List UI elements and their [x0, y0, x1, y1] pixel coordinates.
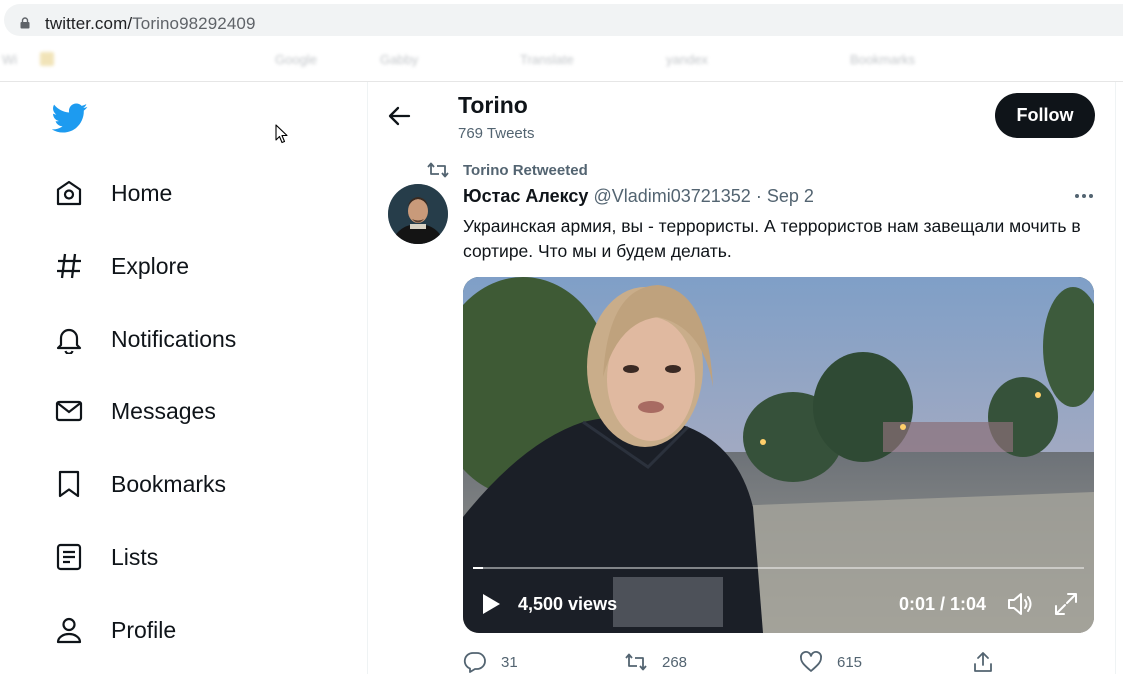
retweet-action[interactable]: 268 [624, 650, 687, 674]
url-path: Torino98292409 [132, 14, 256, 33]
bookmark-item[interactable]: Translate [520, 52, 574, 67]
bookmark-favicon [40, 52, 54, 66]
nav-item-bookmarks[interactable]: Bookmarks [52, 459, 226, 509]
like-count: 615 [837, 653, 863, 671]
video-time: 0:01 / 1:04 [899, 594, 987, 614]
nav-label: Explore [111, 252, 189, 279]
bookmark-item[interactable]: Gabby [380, 52, 418, 67]
twitter-bird-icon[interactable] [52, 100, 88, 136]
person-icon [52, 613, 86, 647]
url-domain: twitter.com/ [45, 14, 133, 33]
share-action[interactable] [971, 650, 995, 674]
more-options-icon[interactable] [1073, 186, 1095, 206]
like-action[interactable]: 615 [799, 650, 862, 674]
nav-item-messages[interactable]: Messages [52, 386, 216, 436]
browser-address-bar: twitter.com/Torino98292409 [0, 0, 1123, 40]
bookmark-item[interactable]: Bookmarks [850, 52, 915, 67]
video-views: 4,500 views [518, 594, 618, 614]
nav-label: Home [111, 179, 173, 206]
retweet-count: 268 [662, 653, 688, 671]
profile-name: Torino [458, 92, 528, 118]
avatar[interactable] [388, 184, 448, 244]
list-icon [52, 540, 86, 574]
left-sidebar: Home Explore Notifications Messages Book… [0, 82, 368, 674]
nav-item-explore[interactable]: Explore [52, 241, 189, 291]
tweet-header: Юстас Алексу @Vladimi03721352 · Sep 2 [463, 186, 814, 207]
nav-item-home[interactable]: Home [52, 168, 172, 218]
retweet-icon [427, 162, 449, 178]
bookmark-item[interactable]: Wi [2, 52, 17, 67]
heart-icon [800, 651, 822, 672]
hashtag-icon [52, 249, 86, 283]
tweet-count: 769 Tweets [458, 125, 535, 142]
reply-count: 31 [501, 653, 518, 671]
video-frame [463, 277, 1094, 633]
bell-icon [52, 322, 86, 356]
lock-icon [20, 17, 30, 29]
main-column: Torino 769 Tweets Follow Torino Retweete… [369, 82, 1116, 674]
video-progress-bar[interactable] [473, 567, 1084, 569]
url-text: twitter.com/Torino98292409 [45, 14, 256, 34]
bookmark-item[interactable]: yandex [666, 52, 708, 67]
nav-item-notifications[interactable]: Notifications [52, 314, 236, 364]
retweet-context: Torino Retweeted [427, 160, 588, 180]
reply-icon [463, 652, 486, 673]
nav-label: Profile [111, 616, 177, 643]
reply-action[interactable]: 31 [463, 650, 518, 674]
nav-label: Bookmarks [111, 470, 227, 497]
home-icon [52, 176, 86, 210]
nav-item-profile[interactable]: Profile [52, 605, 176, 655]
mouse-cursor-icon [275, 124, 288, 144]
bookmarks-bar: Wi Google Gabby Translate yandex Bookmar… [0, 40, 1123, 82]
share-icon [974, 652, 992, 672]
nav-label: Notifications [111, 325, 237, 352]
url-field[interactable]: twitter.com/Torino98292409 [4, 4, 1123, 36]
bookmark-icon [52, 467, 86, 501]
separator-dot: · [755, 186, 762, 206]
nav-item-lists[interactable]: Lists [52, 532, 158, 582]
follow-button[interactable]: Follow [995, 93, 1095, 138]
author-name[interactable]: Юстас Алексу [463, 186, 588, 206]
tweet-date[interactable]: Sep 2 [767, 186, 814, 206]
retweet-icon [625, 653, 647, 671]
video-player[interactable]: 4,500 views 0:01 / 1:04 [463, 277, 1094, 633]
retweeted-by-label[interactable]: Torino Retweeted [463, 162, 588, 179]
fullscreen-icon[interactable] [1053, 591, 1079, 617]
bookmark-item[interactable]: Google [275, 52, 317, 67]
video-progress-fill [473, 567, 483, 569]
nav-label: Lists [111, 543, 159, 570]
envelope-icon [52, 394, 86, 428]
tweet-text: Украинская армия, вы - террористы. А тер… [463, 216, 1081, 261]
volume-icon[interactable] [1007, 591, 1035, 617]
author-handle[interactable]: @Vladimi03721352 [593, 186, 750, 206]
nav-label: Messages [111, 397, 216, 424]
back-arrow-icon[interactable] [387, 103, 413, 129]
play-icon[interactable] [481, 593, 501, 615]
